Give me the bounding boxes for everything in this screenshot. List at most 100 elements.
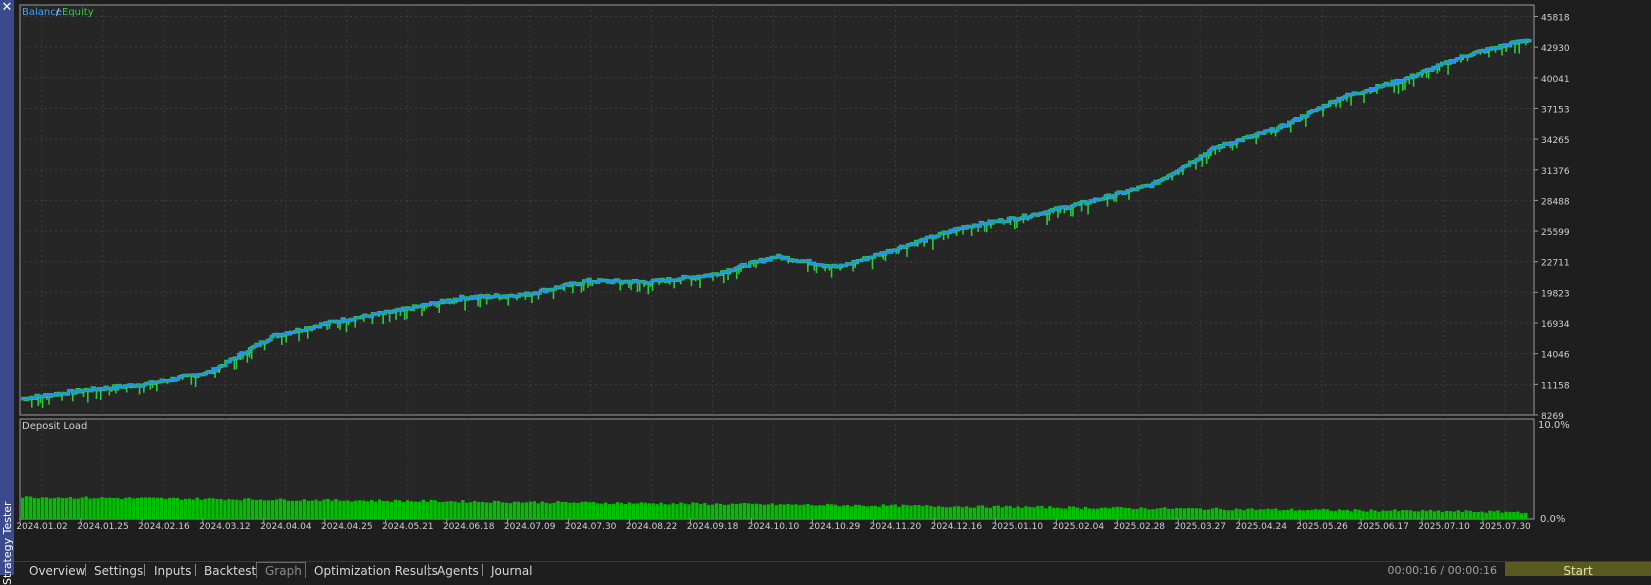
deposit-load-bar [948,507,953,519]
deposit-load-bar [837,506,842,519]
deposit-load-bar [44,497,49,519]
deposit-load-bar [1079,508,1084,519]
deposit-load-bar [1028,506,1032,519]
deposit-load-bar [730,503,735,519]
deposit-load-bar [199,499,203,519]
deposit-load-bar [909,505,913,519]
deposit-load-bar [24,496,29,519]
deposit-load-bar [1163,507,1167,519]
deposit-load-bar [1087,508,1092,519]
deposit-load-bar [1242,510,1246,519]
deposit-load-bar [703,503,707,519]
panel-title: Strategy Tester [1,501,14,585]
deposit-load-bar [1230,510,1234,519]
deposit-load-bar [810,505,814,519]
deposit-load-bar [362,500,366,519]
deposit-load-bar [318,501,322,519]
deposit-load-bar [822,505,826,519]
deposit-load-bar [1167,508,1171,519]
deposit-load-bar [643,502,647,519]
deposit-load-bar [516,501,521,519]
deposit-load-bar [1385,510,1389,519]
deposit-load-bar [235,499,239,519]
deposit-load-bar [457,502,461,519]
deposit-load-bar [473,501,477,519]
deposit-load-bar [1309,509,1314,519]
deposit-load-bar [1341,510,1345,519]
deposit-load-bar [310,500,314,519]
tab-journal[interactable]: Journal [491,564,533,578]
deposit-load-bar [806,504,810,519]
deposit-load-bar [1206,509,1211,519]
legend-equity: Equity [62,7,94,18]
deposit-load-bar [1075,507,1080,519]
tab-backtest[interactable]: Backtest [204,564,256,578]
deposit-load-bar [1313,509,1318,519]
deposit-load-bar [691,502,695,519]
tab-agents[interactable]: Agents [437,564,479,578]
deposit-load-bar [1448,511,1453,519]
deposit-load-bar [960,507,965,519]
deposit-load-bar [1428,509,1433,519]
deposit-load-bar [1278,510,1282,519]
deposit-load-bar [556,501,560,519]
deposit-load-bar [294,500,299,519]
x-tick-label: 2024.07.30 [565,522,617,532]
deposit-load-bar [1083,506,1088,519]
close-icon[interactable]: ✕ [1,1,13,15]
deposit-load-bar [1524,512,1528,519]
deposit-load-bar [976,505,981,519]
deposit-load-bar [1024,506,1028,519]
deposit-load-bar [857,504,862,519]
deposit-load-bar [639,502,644,519]
deposit-load-bar [619,502,624,519]
deposit-load-bar [1460,511,1464,519]
y-tick-label: 16934 [1541,320,1570,330]
deposit-load-bar [865,506,870,519]
deposit-load-bar [1159,507,1163,519]
deposit-load-bar [219,499,223,519]
deposit-load-bar [707,504,711,519]
x-tick-label: 2024.10.10 [748,522,800,532]
deposit-load-ymin: 0.0% [1540,514,1565,525]
start-button[interactable]: Start [1505,562,1651,578]
deposit-load-bar [715,503,719,519]
deposit-load-bar [449,501,453,519]
deposit-load-bar [381,500,386,519]
tab-optimization-results[interactable]: Optimization Results [314,564,438,578]
deposit-load-bar [298,500,302,519]
deposit-load-bar [128,497,132,519]
deposit-load-bar [885,505,889,519]
tab-overview[interactable]: Overview [29,564,86,578]
main-plot [19,4,1535,416]
deposit-load-bar [290,500,295,519]
tab-inputs[interactable]: Inputs [154,564,191,578]
deposit-load-bar [1127,507,1131,519]
deposit-load-bar [937,506,941,519]
deposit-load-bar [413,501,417,519]
deposit-load-bar [72,498,76,519]
deposit-load-bar [243,498,247,519]
deposit-load-bar [1504,511,1508,519]
deposit-load-bar [132,498,136,519]
deposit-load-bar [1389,510,1393,519]
deposit-load-bar [869,505,874,519]
tab-separator [428,564,429,576]
deposit-load-bar [1397,511,1401,519]
deposit-load-bar [861,505,866,519]
deposit-load-bar [1091,508,1096,519]
deposit-load-bar [528,501,532,519]
deposit-load-bar [1238,509,1242,519]
deposit-load-bar [905,505,909,519]
deposit-load-bar [1484,512,1488,519]
deposit-load-bar [968,507,973,519]
deposit-load-bar [211,498,215,519]
deposit-load-bar [1056,507,1060,519]
tab-settings[interactable]: Settings [94,564,143,578]
y-tick-label: 45818 [1541,13,1570,23]
deposit-load-bar [239,500,243,519]
deposit-load-bar [726,504,731,519]
tab-graph[interactable]: Graph [265,564,302,578]
deposit-load-bar [373,501,378,519]
deposit-load-bar [492,500,497,519]
